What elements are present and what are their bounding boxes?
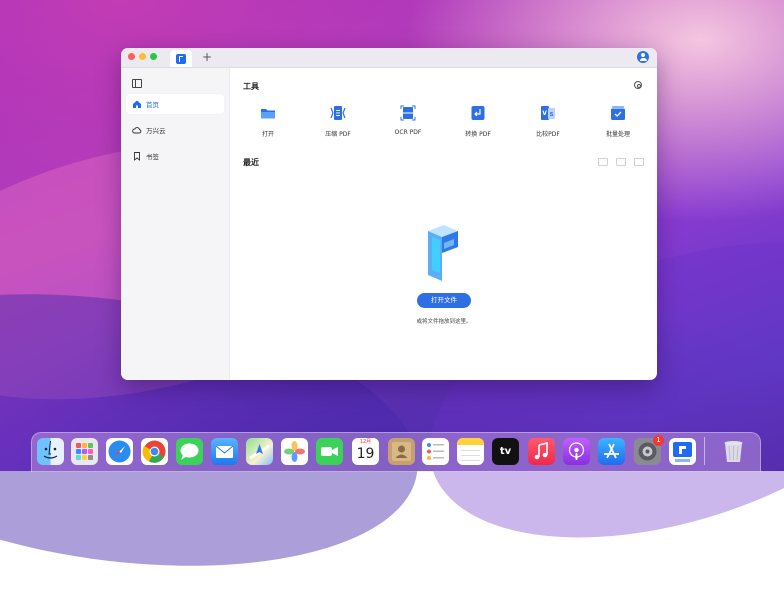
safari-icon[interactable] xyxy=(106,438,133,465)
apple-tv-icon[interactable]: tv xyxy=(492,438,519,465)
empty-folder-illustration-icon xyxy=(418,223,478,283)
finder-icon[interactable] xyxy=(37,438,64,465)
open-folder-icon xyxy=(260,105,276,121)
batch-process-icon xyxy=(610,105,626,121)
ocr-pdf-icon xyxy=(400,105,416,121)
tool-compress-pdf[interactable]: 压缩 PDF xyxy=(308,105,368,141)
close-window-button[interactable] xyxy=(128,53,135,60)
svg-text:S: S xyxy=(550,112,554,118)
home-icon xyxy=(132,99,142,109)
sidebar-item-bookmarks[interactable]: 书签 xyxy=(126,146,224,166)
grid-view-icon[interactable] xyxy=(616,158,626,166)
cloud-icon xyxy=(132,125,142,135)
svg-text:V: V xyxy=(542,110,547,117)
apple-tv-label: tv xyxy=(499,446,512,457)
launchpad-icon[interactable] xyxy=(71,438,98,465)
tool-label: 比较PDF xyxy=(536,131,560,138)
dock-separator xyxy=(704,437,705,465)
tool-label: 打开 xyxy=(261,131,274,138)
tool-ocr-pdf[interactable]: OCR PDF xyxy=(378,105,438,141)
convert-pdf-icon xyxy=(470,105,486,121)
sidebar: 首页 万兴云 书签 xyxy=(121,68,230,380)
pdfelement-logo-icon xyxy=(176,53,186,64)
calendar-day: 19 xyxy=(356,446,375,462)
account-icon[interactable] xyxy=(637,51,649,63)
tool-label: 压缩 PDF xyxy=(325,131,351,138)
bookmark-icon xyxy=(132,151,142,161)
reminders-icon[interactable] xyxy=(422,438,449,465)
main-content: 工具 打开 压缩 PDF OCR PDF 转换 PDF V S 比较PDF 批量… xyxy=(230,68,657,380)
pdfelement-dock-icon[interactable] xyxy=(669,438,696,465)
minimize-window-button[interactable] xyxy=(139,53,146,60)
pdfelement-window: + 首页 万兴云 书签 工具 打开 压缩 PDF OCR PDF 转换 PDF … xyxy=(121,48,657,380)
notes-icon[interactable] xyxy=(457,438,484,465)
sidebar-item-home[interactable]: 首页 xyxy=(126,94,224,114)
list-view-icon[interactable] xyxy=(634,158,644,166)
new-tab-button[interactable]: + xyxy=(201,50,213,65)
tool-open[interactable]: 打开 xyxy=(238,105,298,141)
delete-recent-icon[interactable] xyxy=(598,158,608,166)
contacts-icon[interactable] xyxy=(388,438,415,465)
sidebar-item-label: 首页 xyxy=(146,101,159,109)
tools-title: 工具 xyxy=(243,82,259,91)
compare-pdf-icon: V S xyxy=(540,105,556,121)
title-bar: + xyxy=(121,48,657,68)
zoom-window-button[interactable] xyxy=(150,53,157,60)
messages-icon[interactable] xyxy=(176,438,203,465)
calendar-month: 12月 xyxy=(352,438,379,445)
tool-label: 转换 PDF xyxy=(465,131,491,138)
sidebar-item-label: 书签 xyxy=(146,153,159,161)
calendar-icon[interactable]: 12月 19 xyxy=(352,438,379,465)
sidebar-toggle-icon[interactable] xyxy=(132,79,142,88)
facetime-icon[interactable] xyxy=(316,438,343,465)
trash-icon[interactable] xyxy=(720,438,747,465)
system-preferences-icon[interactable]: 1 xyxy=(634,435,664,465)
chrome-icon[interactable] xyxy=(141,438,168,465)
update-badge: 1 xyxy=(653,435,664,446)
mail-icon[interactable] xyxy=(211,438,238,465)
tool-convert-pdf[interactable]: 转换 PDF xyxy=(448,105,508,141)
photos-icon[interactable] xyxy=(281,438,308,465)
open-file-button[interactable]: 打开文件 xyxy=(417,293,471,308)
drop-hint-text: 或将文件拖放到这里。 xyxy=(416,319,472,325)
compress-pdf-icon xyxy=(330,105,346,121)
app-store-icon[interactable] xyxy=(598,438,625,465)
tab-home[interactable] xyxy=(170,50,192,67)
tool-batch-process[interactable]: 批量处理 xyxy=(588,105,648,141)
music-icon[interactable] xyxy=(528,438,555,465)
sidebar-item-label: 万兴云 xyxy=(146,127,166,135)
tool-label: OCR PDF xyxy=(394,129,422,136)
sidebar-item-cloud[interactable]: 万兴云 xyxy=(126,120,224,140)
tool-label: 批量处理 xyxy=(605,131,630,138)
podcasts-icon[interactable] xyxy=(563,438,590,465)
recent-title: 最近 xyxy=(243,158,259,167)
gear-icon[interactable] xyxy=(634,81,642,89)
maps-icon[interactable] xyxy=(246,438,273,465)
tool-compare-pdf[interactable]: V S 比较PDF xyxy=(518,105,578,141)
